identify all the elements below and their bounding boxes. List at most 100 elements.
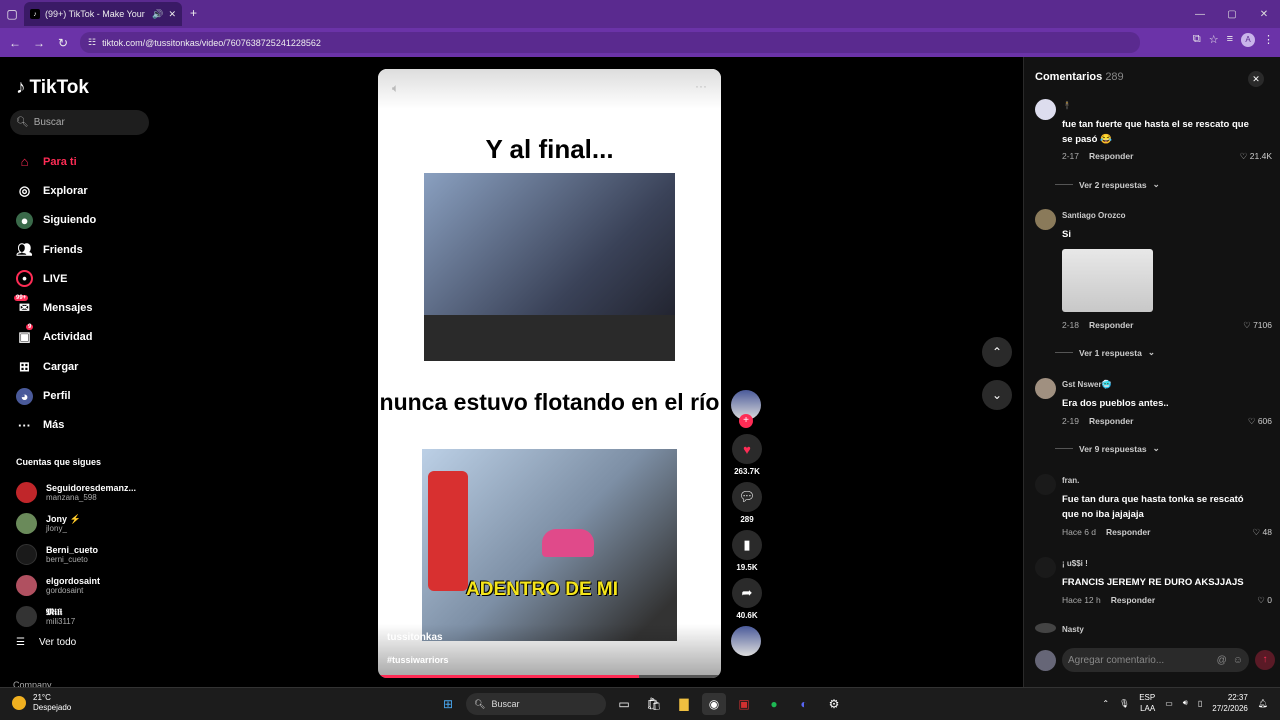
- comment-like[interactable]: ♡ 48: [1253, 527, 1272, 538]
- send-icon[interactable]: ↑: [1255, 650, 1275, 670]
- avatar[interactable]: [1035, 99, 1056, 120]
- install-icon[interactable]: ⧉: [1193, 33, 1201, 47]
- new-tab-button[interactable]: +: [190, 6, 197, 20]
- comment-icon[interactable]: 💬︎: [732, 482, 762, 512]
- browser-menu-icon[interactable]: ⋮: [1263, 33, 1274, 47]
- nav-actividad[interactable]: ▣ 9 Actividad: [16, 323, 156, 352]
- video-progress-bar[interactable]: [378, 675, 721, 678]
- bookmark-star-icon[interactable]: ☆: [1209, 33, 1219, 47]
- avatar[interactable]: [1035, 209, 1056, 230]
- nav-friends[interactable]: 👥︎ Friends: [16, 235, 156, 264]
- comment-user[interactable]: ¡ u$$i !: [1062, 559, 1088, 568]
- site-info-icon[interactable]: ☷: [88, 37, 96, 48]
- clock[interactable]: 22:37 27/2/2026: [1212, 692, 1248, 714]
- spotify-icon[interactable]: ●: [762, 693, 786, 715]
- nav-perfil[interactable]: ◕ Perfil: [16, 381, 156, 410]
- following-account[interactable]: 𝕸𝖎𝖑𝖎 mili3117: [16, 601, 156, 632]
- forward-icon[interactable]: →: [27, 36, 51, 50]
- next-video-button[interactable]: ⌄: [982, 380, 1012, 410]
- previous-video-button[interactable]: ⌃: [982, 337, 1012, 367]
- follow-plus-icon[interactable]: +: [739, 414, 753, 428]
- comment-user[interactable]: 🕴: [1062, 101, 1072, 110]
- weather-widget[interactable]: 21°C Despejado: [12, 693, 71, 713]
- emoji-icon[interactable]: ☺: [1233, 655, 1243, 666]
- following-account[interactable]: elgordosaint gordosaint: [16, 570, 156, 601]
- nav-mensajes[interactable]: ✉ 99+ Mensajes: [14, 293, 156, 322]
- app-red-icon[interactable]: ▣: [732, 693, 756, 715]
- following-account[interactable]: Jony ⚡ jlony_: [16, 508, 156, 539]
- url-field[interactable]: ☷ tiktok.com/@tussitonkas/video/76076387…: [80, 32, 1140, 53]
- search-input[interactable]: 🔍︎ Buscar: [10, 110, 149, 135]
- avatar[interactable]: [1035, 474, 1056, 495]
- mic-icon[interactable]: 🎙︎: [1119, 699, 1129, 708]
- store-icon[interactable]: 🛍︎: [642, 693, 666, 715]
- bookmark-icon[interactable]: ▮: [732, 530, 762, 560]
- volume-icon[interactable]: 🔈︎: [392, 81, 399, 96]
- profile-avatar[interactable]: A: [1241, 33, 1255, 47]
- tab-close-icon[interactable]: ✕: [168, 9, 176, 20]
- tray-chevron-icon[interactable]: ⌃: [1102, 699, 1109, 708]
- reply-button[interactable]: Responder: [1089, 151, 1133, 161]
- speaker-icon[interactable]: 🔊︎: [1183, 698, 1188, 708]
- share-icon[interactable]: ➦: [732, 578, 762, 608]
- heart-icon[interactable]: ♥: [732, 434, 762, 464]
- nav-siguiendo[interactable]: ● Siguiendo: [16, 206, 156, 235]
- windows-start-icon[interactable]: ⊞: [436, 693, 460, 715]
- save-action[interactable]: ▮ 19.5K: [731, 530, 763, 572]
- browser-tab[interactable]: ♪ (99+) TikTok - Make Your D 🔊 ✕: [24, 2, 182, 26]
- comment-user[interactable]: Gst Nswer🥶: [1062, 380, 1112, 389]
- comment-like[interactable]: ♡ 0: [1257, 595, 1272, 606]
- avatar[interactable]: [1035, 557, 1056, 578]
- nav-mas[interactable]: ··· Más: [16, 411, 156, 440]
- notifications-icon[interactable]: 🔔︎: [1258, 699, 1268, 708]
- comment-like[interactable]: ♡ 7106: [1243, 320, 1272, 331]
- following-account[interactable]: Berni_cueto berni_cueto: [16, 539, 156, 570]
- discord-icon[interactable]: ◐: [792, 693, 816, 715]
- tiktok-logo[interactable]: ♪ TikTok: [16, 77, 89, 99]
- maximize-icon[interactable]: ▢: [1216, 9, 1248, 20]
- close-comments-icon[interactable]: ✕: [1248, 71, 1264, 87]
- reply-button[interactable]: Responder: [1089, 320, 1133, 330]
- video-username[interactable]: tussitonkas: [387, 632, 443, 643]
- battery-icon[interactable]: ▯: [1198, 699, 1202, 708]
- nav-cargar[interactable]: ⊞ Cargar: [16, 352, 156, 381]
- view-replies[interactable]: Ver 2 respuestas ⌄: [1055, 179, 1160, 190]
- reply-button[interactable]: Responder: [1106, 527, 1150, 537]
- tab-audio-icon[interactable]: 🔊: [152, 9, 163, 20]
- minimize-icon[interactable]: —: [1184, 9, 1216, 20]
- comment-input[interactable]: Agregar comentario... @ ☺: [1062, 648, 1249, 672]
- language-indicator[interactable]: ESP LAA: [1139, 692, 1155, 714]
- task-view-icon[interactable]: ▭: [612, 693, 636, 715]
- comment-like[interactable]: ♡ 21.4K: [1240, 151, 1272, 162]
- taskbar-search[interactable]: 🔍︎ Buscar: [466, 693, 606, 715]
- video-player[interactable]: 🔈︎ ··· Y al final... nunca estuvo flotan…: [378, 69, 721, 678]
- avatar[interactable]: [1035, 623, 1056, 633]
- share-action[interactable]: ➦ 40.6K: [731, 578, 763, 620]
- nav-para-ti[interactable]: ⌂ Para ti: [16, 147, 156, 176]
- avatar[interactable]: [1035, 378, 1056, 399]
- comment-image[interactable]: [1062, 249, 1153, 312]
- chrome-icon[interactable]: ◉: [702, 693, 726, 715]
- nav-live[interactable]: • LIVE: [16, 264, 156, 293]
- reply-button[interactable]: Responder: [1111, 595, 1155, 605]
- comment-action[interactable]: 💬︎ 289: [731, 482, 763, 524]
- nav-explorar[interactable]: ◎ Explorar: [16, 176, 156, 205]
- comment-like[interactable]: ♡ 606: [1248, 416, 1272, 427]
- sound-avatar[interactable]: [731, 626, 761, 656]
- mention-icon[interactable]: @: [1217, 655, 1227, 666]
- comment-user[interactable]: Nasty: [1062, 625, 1084, 634]
- back-icon[interactable]: ←: [3, 36, 27, 50]
- reply-button[interactable]: Responder: [1089, 416, 1133, 426]
- video-more-icon[interactable]: ···: [695, 79, 707, 93]
- video-hashtag[interactable]: #tussiwarriors: [387, 655, 449, 665]
- file-explorer-icon[interactable]: ▇: [672, 693, 696, 715]
- like-action[interactable]: ♥ 263.7K: [731, 434, 763, 476]
- tab-menu-icon[interactable]: ▢: [0, 7, 24, 21]
- view-replies[interactable]: Ver 1 respuesta ⌄: [1055, 347, 1155, 358]
- comment-user[interactable]: Santiago Orozco: [1062, 211, 1126, 220]
- reading-list-icon[interactable]: ≡: [1227, 33, 1233, 47]
- network-icon[interactable]: ▭: [1165, 699, 1173, 708]
- close-window-icon[interactable]: ✕: [1248, 9, 1280, 20]
- following-account[interactable]: Seguidoresdemanz... manzana_598: [16, 477, 156, 508]
- comment-user[interactable]: fran.: [1062, 476, 1079, 485]
